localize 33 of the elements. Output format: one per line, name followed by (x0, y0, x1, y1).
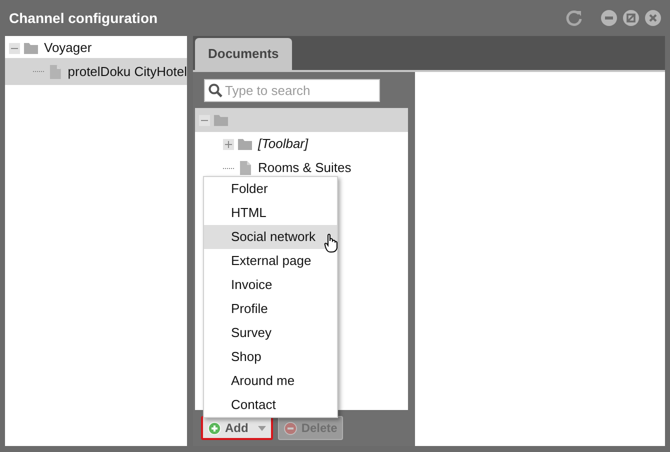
tree-item[interactable]: Rooms & Suites (195, 156, 408, 180)
menu-item[interactable]: Invoice (204, 273, 337, 297)
minimize-icon[interactable] (601, 10, 617, 26)
menu-item[interactable]: External page (204, 249, 337, 273)
refresh-icon[interactable] (565, 9, 583, 27)
menu-item[interactable]: Social network (204, 225, 337, 249)
folder-icon (213, 112, 229, 128)
menu-item[interactable]: Profile (204, 297, 337, 321)
add-button[interactable]: Add (201, 416, 274, 440)
window-title: Channel configuration (9, 8, 158, 28)
menu-item[interactable]: HTML (204, 201, 337, 225)
close-icon[interactable] (645, 10, 661, 26)
maximize-icon[interactable] (623, 10, 639, 26)
collapse-icon[interactable] (199, 114, 210, 126)
tree-item[interactable] (195, 108, 408, 132)
tree-item[interactable]: [Toolbar] (195, 132, 408, 156)
search-icon (208, 83, 223, 98)
folder-icon (237, 136, 253, 152)
folder-icon (23, 40, 39, 56)
menu-item[interactable]: Around me (204, 369, 337, 393)
tree-item[interactable]: Voyager (5, 38, 187, 58)
search-field[interactable]: Type to search (204, 79, 380, 102)
menu-item[interactable]: Shop (204, 345, 337, 369)
plus-icon (208, 422, 221, 434)
tab[interactable]: Documents (195, 38, 292, 70)
menu-item[interactable]: Folder (204, 177, 337, 201)
collapse-icon[interactable] (9, 42, 20, 54)
minus-icon (284, 422, 298, 434)
menu-item[interactable]: Survey (204, 321, 337, 345)
tree-item[interactable]: protelDoku CityHotel (5, 58, 187, 85)
menu-item[interactable]: Contact (204, 393, 337, 417)
caret-icon (258, 426, 266, 430)
expand-icon[interactable] (223, 138, 234, 150)
